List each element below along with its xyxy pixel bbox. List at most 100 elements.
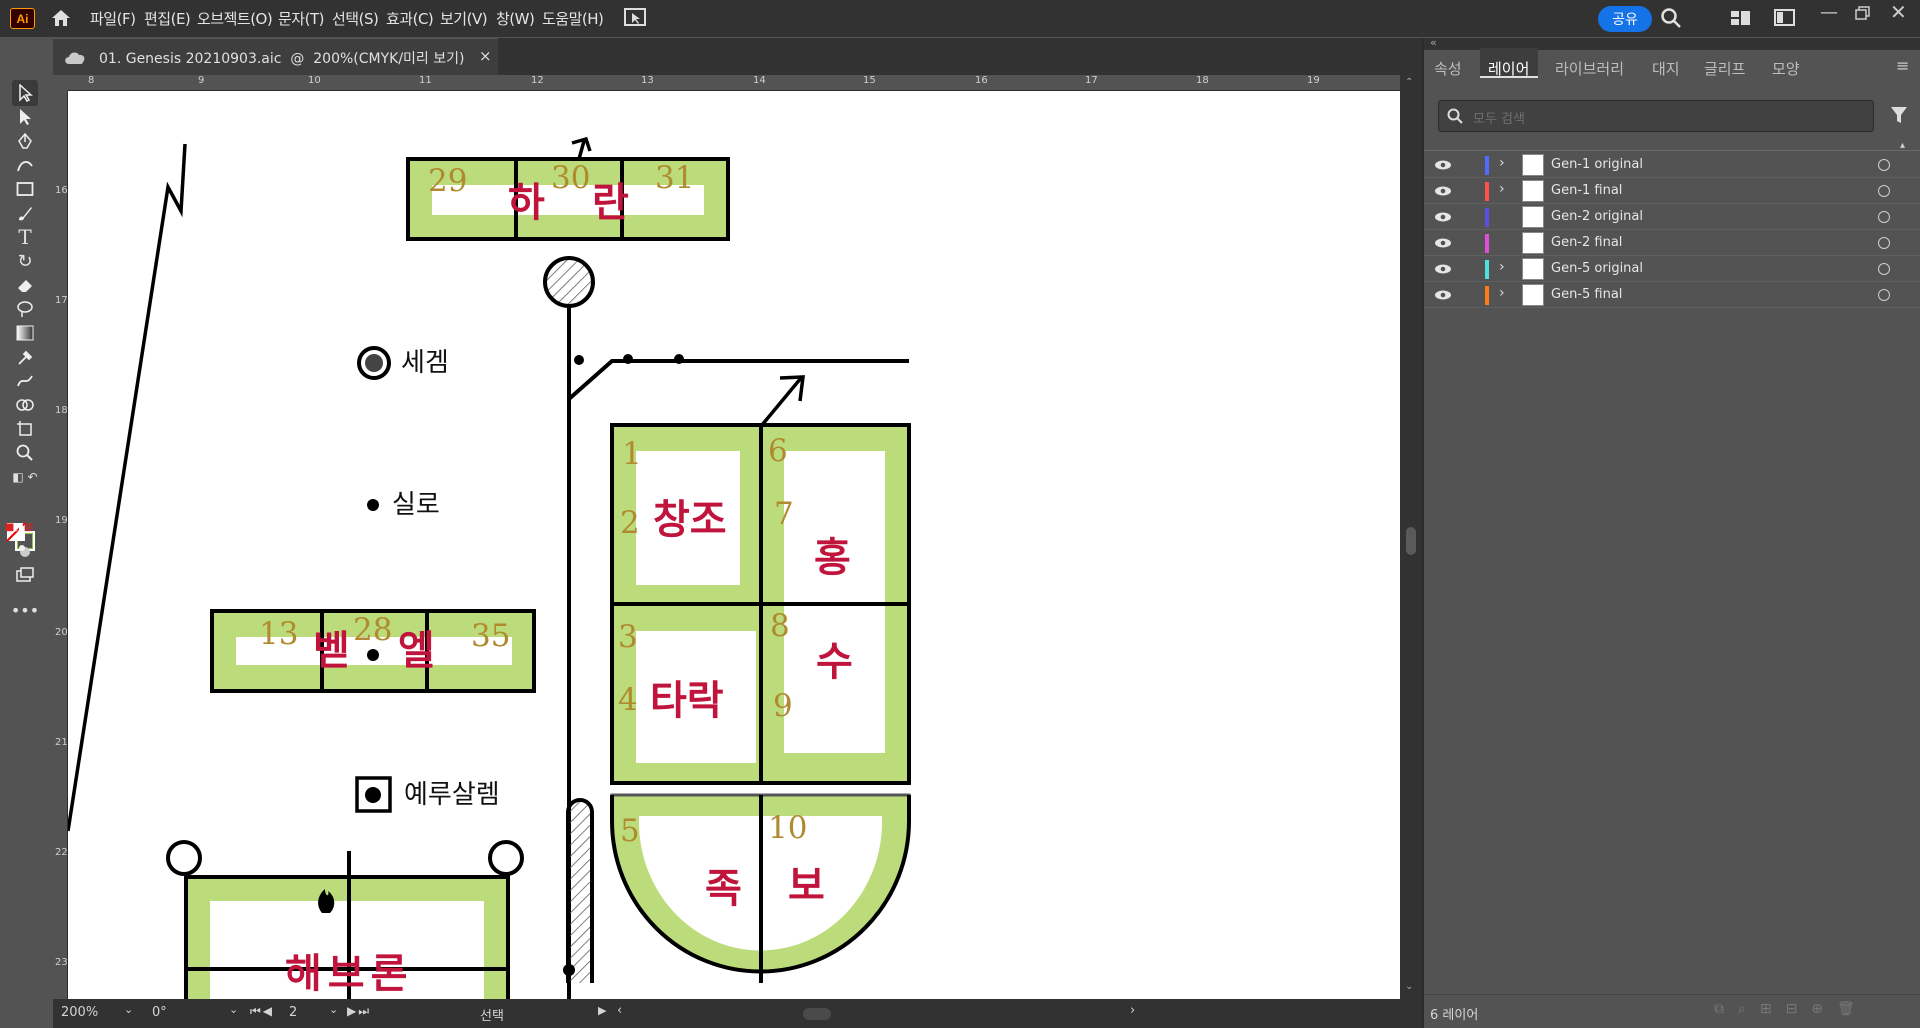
share-button[interactable]: 공유 (1598, 6, 1652, 32)
layer-target-icon[interactable] (1878, 185, 1890, 197)
menu-view[interactable]: 보기(V) (440, 8, 488, 29)
zoom-dropdown-icon[interactable]: ⌄ (124, 1003, 133, 1016)
layer-row[interactable]: Gen-2 original (1424, 204, 1920, 230)
artboard-dropdown-icon[interactable]: ⌄ (329, 1003, 338, 1016)
expand-chevron-icon[interactable]: › (1499, 155, 1505, 171)
tab-layers[interactable]: 레이어 (1488, 58, 1529, 79)
direct-selection-tool-icon[interactable] (12, 104, 38, 130)
status-menu-icon[interactable]: ▶ (598, 1004, 606, 1017)
rotate-tool-icon[interactable]: ↻ (12, 248, 38, 274)
layer-row[interactable]: › Gen-5 final (1424, 282, 1920, 308)
visibility-eye-icon[interactable] (1434, 157, 1452, 173)
visibility-eye-icon[interactable] (1434, 183, 1452, 199)
menu-select[interactable]: 선택(S) (332, 8, 379, 29)
scroll-left-icon[interactable]: ‹ (617, 1003, 622, 1018)
curvature-tool-icon[interactable] (12, 152, 38, 178)
artboard-tool-icon[interactable] (12, 416, 38, 442)
scroll-up-icon[interactable]: ⌃ (1405, 77, 1413, 88)
layer-row[interactable]: › Gen-1 final (1424, 178, 1920, 204)
visibility-eye-icon[interactable] (1434, 235, 1452, 251)
default-colors-icon[interactable]: ◧ ↶ (12, 464, 38, 490)
rotation-value[interactable]: 0° (152, 1005, 167, 1020)
rotation-dropdown-icon[interactable]: ⌄ (229, 1003, 238, 1016)
tab-appearance[interactable]: 모양 (1772, 58, 1800, 79)
eyedropper-tool-icon[interactable] (12, 344, 38, 370)
search-icon[interactable] (1660, 7, 1682, 29)
scroll-thumb[interactable] (1406, 527, 1416, 555)
zoom-tool-icon[interactable] (12, 440, 38, 466)
screen-mode-tool-icon[interactable] (12, 562, 38, 588)
layer-name[interactable]: Gen-2 final (1551, 235, 1622, 250)
artboard-number[interactable]: 2 (289, 1005, 297, 1020)
expand-chevron-icon[interactable]: › (1499, 259, 1505, 275)
expand-chevron-icon[interactable]: › (1499, 181, 1505, 197)
selection-tool-icon[interactable] (12, 80, 38, 106)
document-tab[interactable]: 01. Genesis 20210903.aic @ 200%(CMYK/미리 … (53, 38, 498, 75)
gradient-tool-icon[interactable] (12, 320, 38, 346)
panel-footer-icons[interactable]: ⧉⌕⊞⊟⊕🗑 (1714, 1001, 1869, 1017)
visibility-eye-icon[interactable] (1434, 261, 1452, 277)
layer-name[interactable]: Gen-5 final (1551, 287, 1622, 302)
menu-type[interactable]: 문자(T) (278, 8, 324, 29)
tab-libraries[interactable]: 라이브러리 (1555, 58, 1624, 79)
ruler-tick: 8 (88, 75, 95, 86)
minimize-icon[interactable]: — (1820, 2, 1838, 23)
layer-target-icon[interactable] (1878, 211, 1890, 223)
tab-properties[interactable]: 속성 (1434, 58, 1462, 79)
workspace-switcher-icon[interactable] (1730, 9, 1752, 27)
menu-window[interactable]: 창(W) (496, 8, 535, 29)
menu-object[interactable]: 오브젝트(O) (197, 8, 273, 29)
draw-mode-icon[interactable] (12, 538, 38, 564)
artboard-prev-icons[interactable]: ⏮◀ (250, 1004, 274, 1019)
blend-tool-icon[interactable] (12, 368, 38, 394)
screen-mode-icon[interactable] (1774, 9, 1796, 27)
close-window-icon[interactable]: ✕ (1890, 0, 1907, 24)
horizontal-scroll-thumb[interactable] (803, 1008, 831, 1020)
artboard-next-icons[interactable]: ▶⏭ (347, 1004, 371, 1019)
vertical-scrollbar[interactable]: ⌃ ⌄ (1400, 75, 1422, 999)
arrange-documents-icon[interactable] (624, 7, 646, 27)
layer-target-icon[interactable] (1878, 289, 1890, 301)
panel-menu-icon[interactable]: ≡ (1896, 56, 1909, 75)
tab-glyphs[interactable]: 글리프 (1704, 58, 1745, 79)
menu-effect[interactable]: 효과(C) (386, 8, 434, 29)
visibility-eye-icon[interactable] (1434, 209, 1452, 225)
pen-tool-icon[interactable] (12, 128, 38, 154)
rectangle-tool-icon[interactable] (12, 176, 38, 202)
layer-row[interactable]: Gen-2 final (1424, 230, 1920, 256)
layer-search-field[interactable]: 모두 검색 (1438, 100, 1874, 132)
shape-builder-tool-icon[interactable] (12, 392, 38, 418)
expand-panel-icon[interactable]: « (1430, 36, 1437, 49)
app-logo[interactable]: Ai (10, 8, 35, 29)
type-tool-icon[interactable]: T (12, 224, 38, 250)
layer-name[interactable]: Gen-1 original (1551, 157, 1643, 172)
filter-icon[interactable] (1890, 106, 1908, 124)
status-mode[interactable]: 선택 (480, 1005, 504, 1024)
artboard-canvas[interactable]: 29 30 31 1 2 6 7 3 4 8 9 5 10 13 28 35 하… (68, 91, 1400, 999)
layer-target-icon[interactable] (1878, 263, 1890, 275)
layer-name[interactable]: Gen-1 final (1551, 183, 1622, 198)
lasso-tool-icon[interactable] (12, 296, 38, 322)
menu-help[interactable]: 도움말(H) (542, 8, 604, 29)
layer-target-icon[interactable] (1878, 159, 1890, 171)
layer-name[interactable]: Gen-2 original (1551, 209, 1643, 224)
layer-target-icon[interactable] (1878, 237, 1890, 249)
layer-row[interactable]: › Gen-5 original (1424, 256, 1920, 282)
scroll-right-icon[interactable]: › (1130, 1003, 1135, 1018)
color-mode-icons[interactable]: ■ ◨ ▨ (5, 514, 33, 540)
eraser-tool-icon[interactable] (12, 272, 38, 298)
layer-row[interactable]: › Gen-1 original (1424, 152, 1920, 178)
home-icon[interactable] (50, 8, 72, 28)
menu-file[interactable]: 파일(F) (90, 8, 136, 29)
zoom-level[interactable]: 200% (61, 1005, 98, 1020)
scroll-down-icon[interactable]: ⌄ (1405, 981, 1413, 992)
close-tab-icon[interactable]: × (479, 47, 492, 65)
visibility-eye-icon[interactable] (1434, 287, 1452, 303)
menu-edit[interactable]: 편집(E) (144, 8, 191, 29)
more-tools-icon[interactable]: ••• (11, 597, 39, 623)
tab-artboards[interactable]: 대지 (1652, 58, 1680, 79)
restore-icon[interactable] (1854, 5, 1872, 21)
layer-name[interactable]: Gen-5 original (1551, 261, 1643, 276)
paintbrush-tool-icon[interactable] (12, 200, 38, 226)
expand-chevron-icon[interactable]: › (1499, 285, 1505, 301)
